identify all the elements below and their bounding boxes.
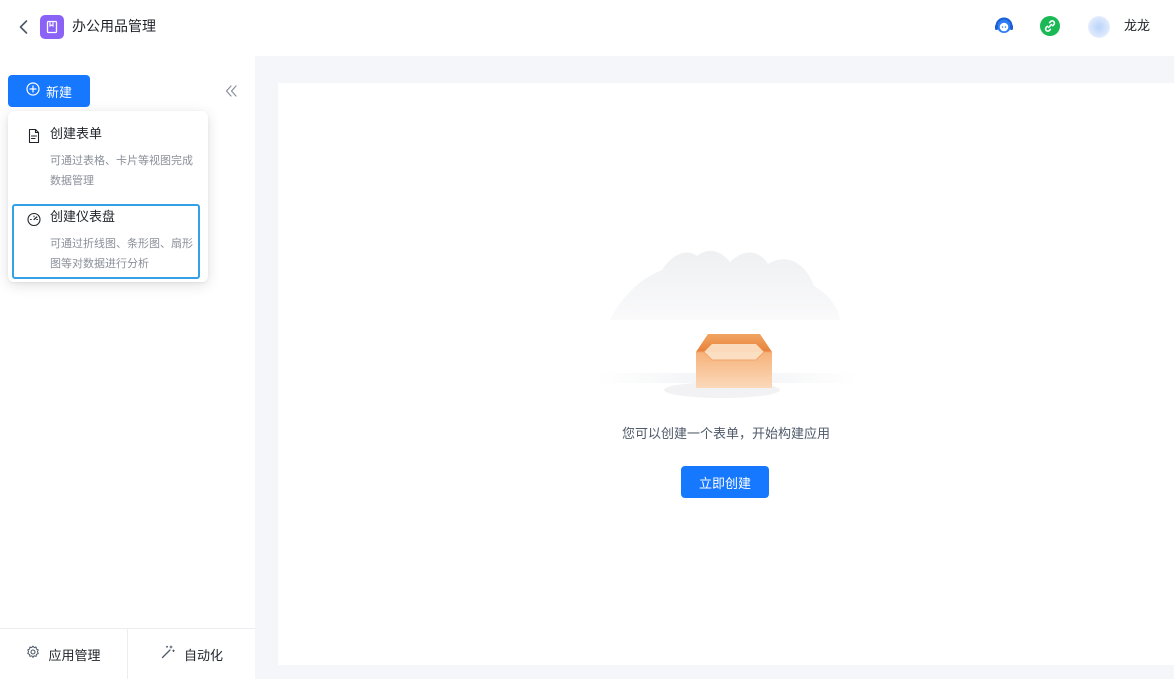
app-manage-label: 应用管理 bbox=[48, 648, 101, 664]
link-icon[interactable] bbox=[1038, 14, 1062, 38]
collapse-sidebar-icon[interactable] bbox=[223, 83, 239, 99]
user-name[interactable]: 龙龙 bbox=[1124, 18, 1150, 36]
menu-item-create-form[interactable]: 创建表单 可通过表格、卡片等视图完成数据管理 bbox=[12, 117, 204, 193]
dashboard-icon bbox=[26, 211, 42, 227]
sidebar-footer: 应用管理 自动化 bbox=[0, 628, 255, 679]
automation-label: 自动化 bbox=[183, 648, 223, 664]
sidebar: 新建 创建表单 可通过表格、卡片等视图完成数据管理 创建仪表盘 可通过折线图、条… bbox=[0, 56, 255, 679]
user-avatar[interactable] bbox=[1088, 16, 1110, 38]
top-header: 办公用品管理 龙龙 bbox=[0, 0, 1174, 56]
app-icon bbox=[40, 15, 64, 39]
content-card: 您可以创建一个表单，开始构建应用 立即创建 bbox=[278, 83, 1174, 665]
form-document-icon bbox=[26, 128, 42, 144]
new-dropdown-menu: 创建表单 可通过表格、卡片等视图完成数据管理 创建仪表盘 可通过折线图、条形图、… bbox=[8, 111, 208, 282]
app-title: 办公用品管理 bbox=[72, 19, 156, 35]
app-manage-button[interactable]: 应用管理 bbox=[0, 629, 128, 679]
create-now-button[interactable]: 立即创建 bbox=[681, 466, 769, 498]
menu-item-title: 创建仪表盘 bbox=[50, 210, 116, 225]
app-window: 办公用品管理 龙龙 新建 创建表单 可通过表格、卡片等视图完成数据管理 创建仪表… bbox=[0, 0, 1174, 679]
plus-circle-icon bbox=[26, 82, 40, 100]
back-icon[interactable] bbox=[14, 17, 34, 37]
new-button-label: 新建 bbox=[45, 85, 72, 101]
menu-item-title: 创建表单 bbox=[50, 127, 103, 142]
empty-box-illustration bbox=[592, 240, 862, 400]
main-area: 您可以创建一个表单，开始构建应用 立即创建 bbox=[255, 56, 1174, 679]
menu-item-create-dashboard[interactable]: 创建仪表盘 可通过折线图、条形图、扇形图等对数据进行分析 bbox=[12, 204, 200, 279]
automation-button[interactable]: 自动化 bbox=[128, 629, 255, 679]
magic-wand-icon bbox=[160, 644, 176, 664]
menu-item-desc: 可通过折线图、条形图、扇形图等对数据进行分析 bbox=[50, 237, 193, 270]
gear-icon bbox=[26, 645, 40, 663]
new-button[interactable]: 新建 bbox=[8, 75, 90, 107]
customer-support-icon[interactable] bbox=[992, 14, 1016, 38]
menu-item-desc: 可通过表格、卡片等视图完成数据管理 bbox=[50, 154, 193, 187]
empty-state-text: 您可以创建一个表单，开始构建应用 bbox=[621, 427, 830, 442]
